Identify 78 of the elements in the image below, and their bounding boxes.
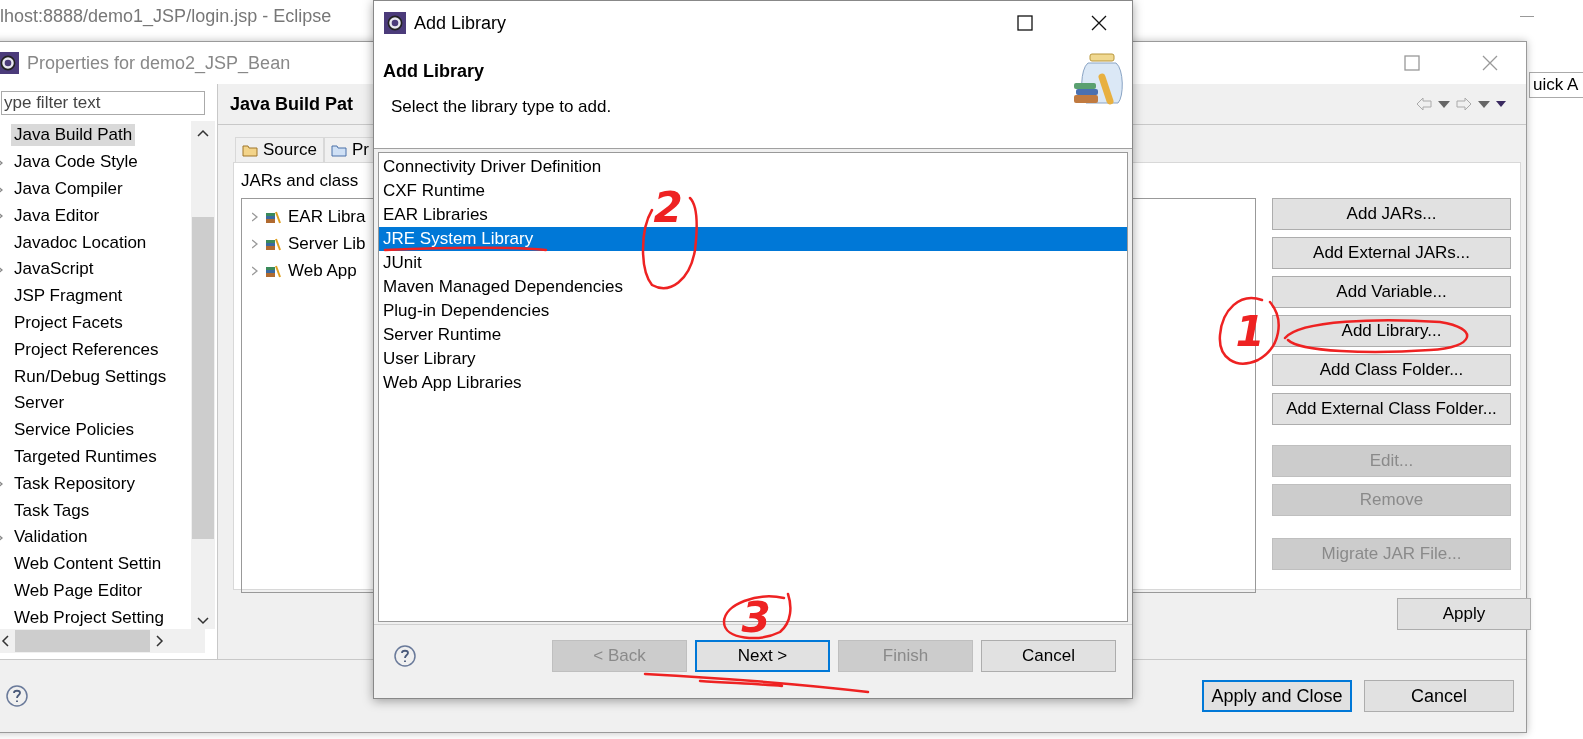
nav-item[interactable]: Web Page Editor xyxy=(11,579,146,602)
close-icon[interactable] xyxy=(1091,15,1107,31)
help-icon[interactable] xyxy=(6,685,28,707)
chevron-down-icon[interactable] xyxy=(197,617,209,625)
nav-item[interactable]: Run/Debug Settings xyxy=(11,365,170,388)
list-item[interactable]: Plug-in Dependencies xyxy=(379,299,556,323)
folder-icon xyxy=(330,143,347,157)
dropdown-icon[interactable] xyxy=(1478,100,1490,108)
nav-item[interactable]: Server xyxy=(11,392,68,415)
side-button[interactable]: Add JARs... xyxy=(1272,198,1511,230)
list-item[interactable]: User Library xyxy=(379,347,482,371)
help-icon[interactable] xyxy=(394,644,416,667)
tab[interactable]: Source xyxy=(235,137,324,162)
nav-item[interactable]: Java Build Path xyxy=(11,124,136,147)
section-label: JARs and class xyxy=(241,171,359,191)
books-icon xyxy=(265,209,281,224)
list-item[interactable]: EAR Libraries xyxy=(379,203,494,227)
chevron-up-icon[interactable] xyxy=(197,129,209,137)
filter-field[interactable]: ype filter text xyxy=(1,91,205,115)
dropdown-icon[interactable] xyxy=(1438,100,1450,108)
list-item[interactable]: Server Runtime xyxy=(379,323,508,347)
tree-item[interactable]: Web App xyxy=(288,260,357,281)
nav-item[interactable]: Project Facets xyxy=(11,311,126,334)
gear-icon xyxy=(384,12,406,34)
wizard-description: Select the library type to add. xyxy=(390,97,613,117)
nav-item[interactable]: Validation xyxy=(11,526,91,549)
dialog-title: Properties for demo2_JSP_Bean xyxy=(27,52,291,74)
quick-access-field[interactable]: uick A xyxy=(1529,72,1583,98)
chevron-right-icon[interactable] xyxy=(156,635,164,647)
nav-item[interactable]: JSP Fragment xyxy=(11,285,126,308)
folder-icon xyxy=(242,143,258,157)
gear-icon xyxy=(0,52,19,74)
menu-icon[interactable] xyxy=(1496,101,1506,107)
dialog-title: Add Library xyxy=(414,12,507,34)
list-item[interactable]: Maven Managed Dependencies xyxy=(379,275,630,299)
tab[interactable]: Pr xyxy=(323,137,376,162)
annotation-number: 3 xyxy=(741,593,771,642)
horizontal-scrollbar[interactable] xyxy=(0,629,205,653)
maximize-icon[interactable] xyxy=(1017,15,1033,31)
list-item[interactable]: JUnit xyxy=(379,251,428,275)
books-icon xyxy=(265,263,281,278)
page-title: Java Build Pat xyxy=(230,93,354,115)
dialog-button[interactable]: Apply and Close xyxy=(1202,680,1352,712)
tree-item[interactable]: Server Lib xyxy=(288,233,366,254)
back-arrow-icon[interactable] xyxy=(1416,97,1432,111)
nav-item[interactable]: Targeted Runtimes xyxy=(11,445,160,468)
nav-item[interactable]: Java Code Style xyxy=(11,151,141,174)
wizard-button[interactable]: Next > xyxy=(695,639,830,672)
side-button[interactable]: Add Class Folder... xyxy=(1272,354,1511,386)
list-item[interactable]: CXF Runtime xyxy=(379,179,492,203)
annotation-number: 1 xyxy=(1235,307,1265,356)
chevron-left-icon[interactable] xyxy=(1,635,9,647)
list-item[interactable]: Connectivity Driver Definition xyxy=(379,155,608,179)
nav-item[interactable]: Web Project Setting xyxy=(11,606,167,629)
books-icon xyxy=(265,236,281,251)
nav-item[interactable]: JavaScript xyxy=(11,258,97,281)
side-button[interactable]: Add External JARs... xyxy=(1272,237,1511,269)
nav-item[interactable]: Java Editor xyxy=(11,204,103,227)
window-title: lhost:8888/demo1_JSP/login.jsp - Eclipse xyxy=(0,6,332,27)
side-button[interactable]: Add Library... xyxy=(1272,315,1511,347)
nav-item[interactable]: Task Repository xyxy=(11,472,138,495)
apply-button[interactable]: Apply xyxy=(1397,598,1531,630)
side-button[interactable]: Add Variable... xyxy=(1272,276,1511,308)
list-item[interactable]: JRE System Library xyxy=(379,227,1127,251)
nav-item[interactable]: Java Compiler xyxy=(11,178,126,200)
wizard-heading: Add Library xyxy=(383,61,485,82)
vertical-scrollbar[interactable] xyxy=(191,121,215,629)
nav-item[interactable]: Task Tags xyxy=(11,499,93,522)
nav-item[interactable]: Javadoc Location xyxy=(11,231,150,254)
list-item[interactable]: Web App Libraries xyxy=(379,371,528,395)
nav-item[interactable]: Service Policies xyxy=(11,419,137,442)
nav-item[interactable]: Web Content Settin xyxy=(11,553,165,576)
side-button[interactable]: Add External Class Folder... xyxy=(1272,393,1511,425)
dialog-button[interactable]: Cancel xyxy=(1364,680,1514,712)
nav-item[interactable]: Project References xyxy=(11,338,162,361)
forward-arrow-icon[interactable] xyxy=(1456,97,1472,111)
tree-item[interactable]: EAR Libra xyxy=(288,206,366,227)
wizard-button[interactable]: Cancel xyxy=(981,639,1116,672)
